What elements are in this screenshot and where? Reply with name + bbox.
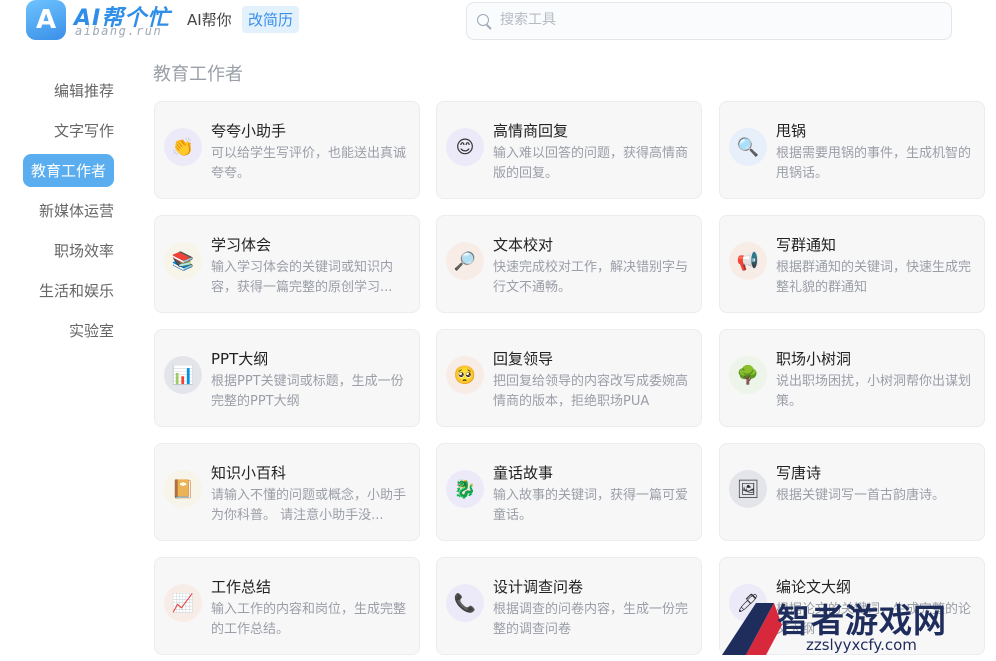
tool-card-title: 写群通知 — [776, 236, 837, 254]
tool-card[interactable]: 🐉 童话故事输入故事的关键词，获得一篇可爱童话。 — [436, 443, 702, 541]
logo-icon[interactable]: A — [26, 0, 66, 40]
sidebar-item-workplace[interactable]: 职场效率 — [54, 240, 114, 261]
logo-letter: A — [35, 5, 57, 35]
tool-card-description: 可以给学生写评价，也能送出真诚夸夸。 — [211, 146, 407, 181]
tool-card-description: 根据关键词写一首古韵唐诗。 — [776, 488, 946, 503]
trend-chart-icon: 📈 — [164, 584, 202, 622]
sidebar-item-editor-picks[interactable]: 编辑推荐 — [54, 80, 114, 101]
tool-card-title: 设计调查问卷 — [493, 578, 584, 596]
tool-card-title: 工作总结 — [211, 578, 272, 596]
smiling-face-icon: 😊 — [446, 128, 484, 166]
tool-card[interactable]: 📞 设计调查问卷根据调查的问卷内容，生成一份完整的调查问卷 — [436, 557, 702, 655]
tool-card[interactable]: 🖼 写唐诗根据关键词写一首古韵唐诗。 — [719, 443, 985, 541]
sidebar-item-lifestyle[interactable]: 生活和娱乐 — [39, 280, 114, 301]
magnifier-icon: 🔍 — [729, 128, 767, 166]
phone-icon: 📞 — [446, 584, 484, 622]
watermark-url: zzslyyxcfy.com — [806, 636, 917, 654]
tool-card[interactable]: 🔍 甩锅根据需要甩锅的事件，生成机智的甩锅话。 — [719, 101, 985, 199]
tool-card[interactable]: 🥺 回复领导把回复给领导的内容改写成委婉高情商的版本，拒绝职场PUA — [436, 329, 702, 427]
tool-card[interactable]: 🌳 职场小树洞说出职场困扰，小树洞帮你出谋划策。 — [719, 329, 985, 427]
bar-chart-icon: 📊 — [164, 356, 202, 394]
sidebar-item-education[interactable]: 教育工作者 — [22, 154, 114, 187]
tool-card-title: 知识小百科 — [211, 464, 287, 482]
tool-card[interactable]: 📔 知识小百科请输入不懂的问题或概念，小助手为你科普。 请注意小助手没... — [154, 443, 420, 541]
seahorse-icon: 🐉 — [446, 470, 484, 508]
tool-card-title: 回复领导 — [493, 350, 554, 368]
tool-card-description: 根据调查的问卷内容，生成一份完整的调查问卷 — [493, 602, 689, 637]
tool-card-title: 高情商回复 — [493, 122, 569, 140]
section-title: 教育工作者 — [153, 64, 243, 85]
tool-card[interactable]: 📈 工作总结输入工作的内容和岗位，生成完整的工作总结。 — [154, 557, 420, 655]
tool-card[interactable]: 😊 高情商回复输入难以回答的问题，获得高情商版的回复。 — [436, 101, 702, 199]
tool-card-description: 输入难以回答的问题，获得高情商版的回复。 — [493, 146, 689, 181]
sidebar-item-writing[interactable]: 文字写作 — [54, 120, 114, 141]
tool-card-title: 学习体会 — [211, 236, 272, 254]
tool-card[interactable]: 📚 学习体会输入学习体会的关键词或知识内容，获得一篇完整的原创学习... — [154, 215, 420, 313]
search-glass-icon: 🔎 — [446, 242, 484, 280]
search-box[interactable] — [466, 2, 952, 40]
tool-card-description: 输入学习体会的关键词或知识内容，获得一篇完整的原创学习... — [211, 260, 394, 295]
nav-resume-button[interactable]: 改简历 — [242, 6, 300, 33]
tool-card-title: 童话故事 — [493, 464, 554, 482]
megaphone-icon: 📢 — [729, 242, 767, 280]
search-input[interactable] — [498, 11, 922, 29]
tool-card-title: 夸夸小助手 — [211, 122, 287, 140]
tool-card-description: 根据需要甩锅的事件，生成机智的甩锅话。 — [776, 146, 972, 181]
tool-card-description: 把回复给领导的内容改写成委婉高情商的版本，拒绝职场PUA — [493, 374, 689, 409]
nav-ai-help[interactable]: AI帮你 — [187, 9, 232, 30]
tool-card-title: 甩锅 — [776, 122, 807, 140]
sidebar-item-new-media[interactable]: 新媒体运营 — [39, 200, 114, 221]
tool-card-description: 请输入不懂的问题或概念，小助手为你科普。 请注意小助手没... — [211, 488, 407, 523]
book-icon: 📔 — [164, 470, 202, 508]
tool-card[interactable]: 📊 PPT大纲根据PPT关键词或标题，生成一份完整的PPT大纲 — [154, 329, 420, 427]
tool-card-title: PPT大纲 — [211, 350, 269, 368]
watermark-text: 智者游戏网 — [777, 601, 947, 640]
tool-card-description: 说出职场困扰，小树洞帮你出谋划策。 — [776, 374, 972, 409]
tool-card-title: 文本校对 — [493, 236, 554, 254]
tool-card-description: 快速完成校对工作，解决错别字与行文不通畅。 — [493, 260, 689, 295]
tool-card-description: 根据群通知的关键词，快速生成完整礼貌的群通知 — [776, 260, 972, 295]
tool-card-title: 职场小树洞 — [776, 350, 852, 368]
clapping-hands-icon: 👏 — [164, 128, 202, 166]
logo-subtitle: aibang.run — [75, 24, 163, 38]
tool-card[interactable]: 👏 夸夸小助手可以给学生写评价，也能送出真诚夸夸。 — [154, 101, 420, 199]
tree-icon: 🌳 — [729, 356, 767, 394]
tool-card-description: 根据PPT关键词或标题，生成一份完整的PPT大纲 — [211, 374, 404, 409]
tool-card-title: 写唐诗 — [776, 464, 822, 482]
books-icon: 📚 — [164, 242, 202, 280]
pleading-face-icon: 🥺 — [446, 356, 484, 394]
search-icon — [477, 14, 489, 26]
tool-card[interactable]: 🔎 文本校对快速完成校对工作，解决错别字与行文不通畅。 — [436, 215, 702, 313]
sidebar-item-lab[interactable]: 实验室 — [69, 320, 114, 341]
tool-card-description: 输入故事的关键词，获得一篇可爱童话。 — [493, 488, 689, 523]
tool-card-description: 输入工作的内容和岗位，生成完整的工作总结。 — [211, 602, 407, 637]
tool-card[interactable]: 📢 写群通知根据群通知的关键词，快速生成完整礼貌的群通知 — [719, 215, 985, 313]
scroll-picture-icon: 🖼 — [729, 470, 767, 508]
